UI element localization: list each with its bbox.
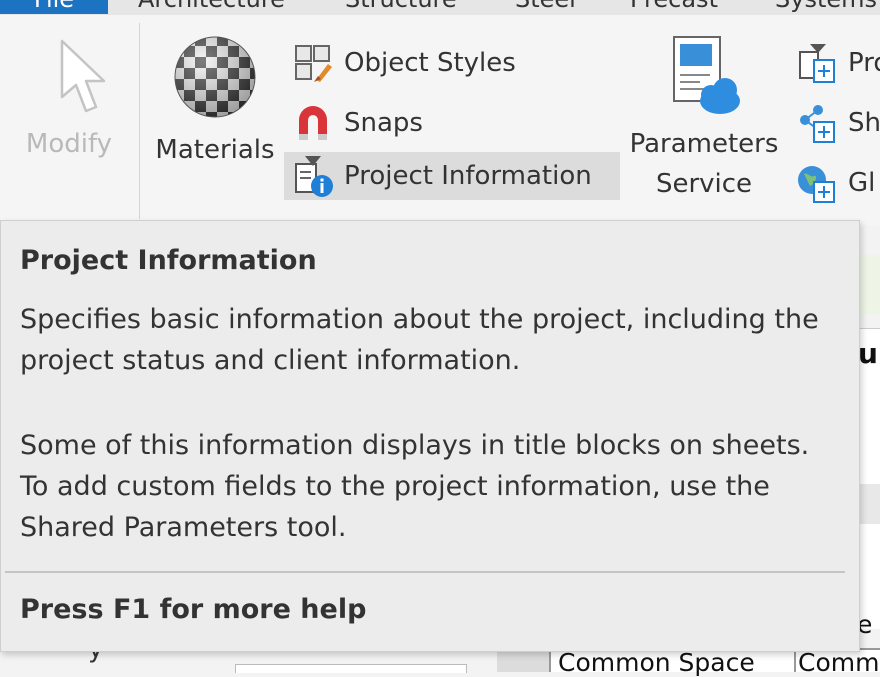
object-styles-icon [290, 40, 336, 86]
background-header-row [860, 484, 880, 524]
project-parameters-button[interactable]: Pro [794, 39, 880, 87]
shared-parameters-button[interactable]: Sh [794, 99, 880, 147]
project-parameters-icon [794, 40, 840, 86]
tooltip-help-text: Press F1 for more help [20, 594, 367, 625]
tooltip-description: Specifies basic information about the pr… [20, 304, 819, 376]
background-panel-strip [860, 255, 880, 315]
ribbon-panel: Modify Materials Object Styles Snaps Pro… [0, 15, 880, 225]
tab-precast[interactable]: Precast [630, 0, 718, 14]
background-cell-common-space: Common Space [558, 648, 755, 677]
parameters-service-button[interactable]: Parameters Service [624, 35, 784, 204]
snaps-button[interactable]: Snaps [290, 99, 423, 147]
parameters-service-label-line1: Parameters [629, 129, 779, 159]
ribbon-tab-bar: File Architecture Structure Steel Precas… [0, 0, 880, 15]
magnet-icon [290, 100, 336, 146]
global-parameters-button[interactable]: Gl [794, 159, 875, 207]
materials-sphere-icon [174, 36, 256, 118]
tab-architecture[interactable]: Architecture [138, 0, 285, 14]
tab-structure[interactable]: Structure [345, 0, 457, 14]
tooltip-divider [5, 571, 845, 573]
parameters-service-label-line2: Service [655, 169, 753, 199]
tab-systems[interactable]: Systems [775, 0, 877, 14]
object-styles-label: Object Styles [344, 48, 516, 78]
materials-button[interactable]: Materials [150, 35, 280, 170]
object-styles-button[interactable]: Object Styles [290, 39, 516, 87]
project-information-tooltip: Project Information Specifies basic info… [0, 220, 860, 652]
ribbon-separator [139, 23, 140, 219]
project-information-button[interactable]: Project Information [284, 152, 620, 200]
parameters-cloud-icon [673, 36, 740, 114]
tooltip-details: Some of this information displays in tit… [20, 430, 810, 543]
global-parameters-label: Gl [848, 168, 876, 198]
global-parameters-icon [794, 160, 840, 206]
shared-parameters-icon [794, 100, 840, 146]
snaps-label: Snaps [344, 108, 423, 138]
background-schedule-panel [860, 328, 880, 629]
project-information-label: Project Information [344, 161, 592, 191]
cursor-arrow-icon [60, 39, 106, 113]
modify-label: Modify [25, 129, 113, 159]
modify-button[interactable]: Modify [10, 35, 128, 164]
project-parameters-label: Pro [848, 48, 880, 78]
tab-steel[interactable]: Steel [515, 0, 576, 14]
tooltip-title: Project Information [20, 245, 317, 276]
project-information-icon [290, 153, 336, 199]
background-cell-comme: Comme [798, 648, 880, 677]
materials-label: Materials [155, 135, 275, 165]
tab-file[interactable]: File [0, 0, 108, 14]
shared-parameters-label: Sh [848, 108, 880, 138]
